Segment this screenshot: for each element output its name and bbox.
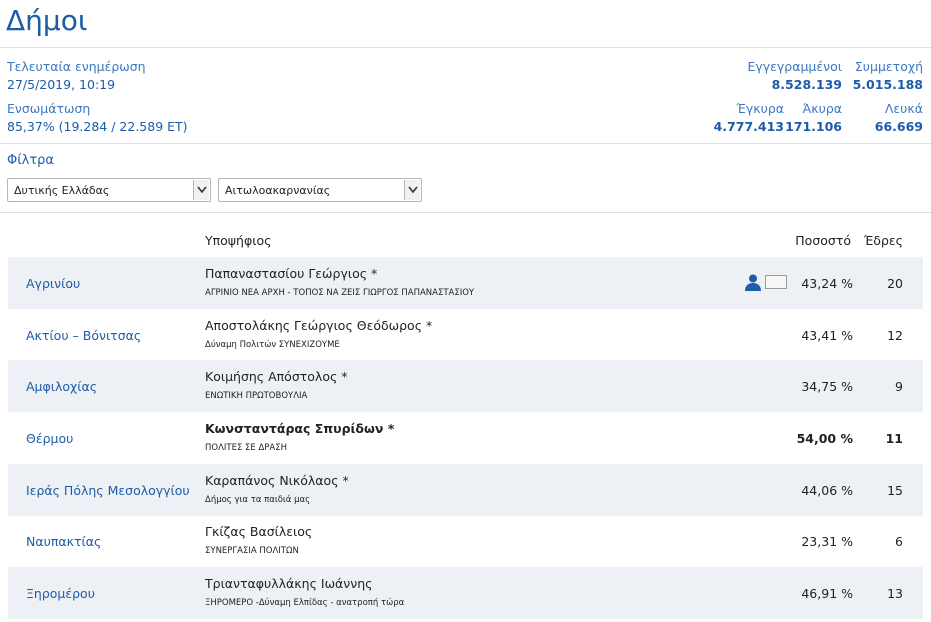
registered-label: Εγγεγραμμένοι bbox=[747, 59, 842, 74]
integration-label: Ενσωμάτωση bbox=[7, 101, 91, 116]
header-candidate: Υποψήφιος bbox=[205, 233, 272, 248]
party-name: ΞΗΡΟΜΕΡΟ -Δύναμη Ελπίδας - ανατροπή τώρα bbox=[205, 598, 405, 608]
page-title: Δήμοι bbox=[6, 4, 88, 37]
table-row: Αμφιλοχίας Κοιμήσης Απόστολος * ΕΝΩΤΙΚΗ … bbox=[8, 360, 923, 412]
divider bbox=[0, 212, 931, 213]
invalid-value: 171.106 bbox=[785, 119, 842, 134]
municipality-link[interactable]: Ναυπακτίας bbox=[26, 534, 101, 549]
table-row: Θέρμου Κωνσταντάρας Σπυρίδων * ΠΟΛΙΤΕΣ Σ… bbox=[8, 412, 923, 464]
candidate-name: Τριανταφυλλάκης Ιωάννης bbox=[205, 576, 373, 591]
person-icon[interactable] bbox=[744, 273, 762, 291]
municipality-link[interactable]: Ξηρομέρου bbox=[26, 586, 95, 601]
invalid-label: Άκυρα bbox=[802, 101, 842, 116]
seats-value: 9 bbox=[895, 379, 903, 394]
party-name: ΠΟΛΙΤΕΣ ΣΕ ΔΡΑΣΗ bbox=[205, 443, 287, 453]
percent-value: 34,75 % bbox=[801, 379, 853, 394]
candidate-name: Κοιμήσης Απόστολος * bbox=[205, 369, 348, 384]
table-row: Ακτίου – Βόνιτσας Αποστολάκης Γεώργιος Θ… bbox=[8, 309, 923, 361]
unit-select[interactable]: Αιτωλοακαρνανίας bbox=[218, 178, 422, 202]
percent-value: 43,41 % bbox=[801, 328, 853, 343]
blank-label: Λευκά bbox=[884, 101, 923, 116]
party-name: ΑΓΡΙΝΙΟ ΝΕΑ ΑΡΧΗ - ΤΟΠΟΣ ΝΑ ΖΕΙΣ ΓΙΩΡΓΟΣ… bbox=[205, 288, 475, 298]
candidate-name: Γκίζας Βασίλειος bbox=[205, 524, 313, 539]
party-name: Δήμος για τα παιδιά μας bbox=[205, 495, 311, 505]
candidate-name: Αποστολάκης Γεώργιος Θεόδωρος * bbox=[205, 318, 433, 333]
percent-value: 23,31 % bbox=[801, 534, 853, 549]
divider bbox=[0, 143, 931, 144]
party-name: ΕΝΩΤΙΚΗ ΠΡΩΤΟΒΟΥΛΙΑ bbox=[205, 391, 308, 401]
party-name: ΣΥΝΕΡΓΑΣΙΑ ΠΟΛΙΤΩΝ bbox=[205, 546, 299, 556]
valid-label: Έγκυρα bbox=[736, 101, 785, 116]
municipality-link[interactable]: Ιεράς Πόλης Μεσολογγίου bbox=[26, 483, 190, 498]
filters-label: Φίλτρα bbox=[7, 153, 54, 168]
valid-value: 4.777.413 bbox=[713, 119, 784, 134]
seats-value: 11 bbox=[885, 431, 903, 446]
percent-value: 54,00 % bbox=[796, 431, 853, 446]
last-update-label: Τελευταία ενημέρωση bbox=[7, 59, 146, 74]
turnout-value: 5.015.188 bbox=[852, 77, 923, 92]
seats-value: 6 bbox=[895, 534, 903, 549]
table-row: Ξηρομέρου Τριανταφυλλάκης Ιωάννης ΞΗΡΟΜΕ… bbox=[8, 567, 923, 619]
seats-value: 20 bbox=[887, 276, 903, 291]
candidate-name: Κωνσταντάρας Σπυρίδων * bbox=[205, 421, 395, 436]
turnout-label: Συμμετοχή bbox=[854, 59, 923, 74]
header-seats: Έδρες bbox=[863, 233, 903, 248]
divider bbox=[0, 47, 931, 48]
party-name: Δύναμη Πολιτών ΣΥΝΕΧΙΖΟΥΜΕ bbox=[205, 340, 340, 350]
blank-value: 66.669 bbox=[874, 119, 923, 134]
percent-value: 44,06 % bbox=[801, 483, 853, 498]
seats-value: 15 bbox=[887, 483, 903, 498]
municipality-link[interactable]: Ακτίου – Βόνιτσας bbox=[26, 328, 141, 343]
seats-value: 12 bbox=[887, 328, 903, 343]
chevron-down-icon[interactable] bbox=[404, 180, 420, 200]
photo-placeholder bbox=[765, 275, 787, 289]
seats-value: 13 bbox=[887, 586, 903, 601]
municipality-link[interactable]: Θέρμου bbox=[26, 431, 73, 446]
table-row: Αγρινίου Παπαναστασίου Γεώργιος * ΑΓΡΙΝΙ… bbox=[8, 257, 923, 309]
header-percent: Ποσοστό bbox=[795, 233, 851, 248]
percent-value: 46,91 % bbox=[801, 586, 853, 601]
last-update-value: 27/5/2019, 10:19 bbox=[7, 77, 116, 92]
registered-value: 8.528.139 bbox=[771, 77, 842, 92]
region-select-value: Δυτικής Ελλάδας bbox=[14, 184, 110, 197]
candidate-name: Παπαναστασίου Γεώργιος * bbox=[205, 266, 378, 281]
table-row: Ιεράς Πόλης Μεσολογγίου Καραπάνος Νικόλα… bbox=[8, 464, 923, 516]
unit-select-value: Αιτωλοακαρνανίας bbox=[225, 184, 331, 197]
region-select[interactable]: Δυτικής Ελλάδας bbox=[7, 178, 211, 202]
chevron-down-icon[interactable] bbox=[193, 180, 209, 200]
integration-value: 85,37% (19.284 / 22.589 ΕΤ) bbox=[7, 119, 188, 134]
municipality-link[interactable]: Αμφιλοχίας bbox=[26, 379, 97, 394]
percent-value: 43,24 % bbox=[801, 276, 853, 291]
candidate-name: Καραπάνος Νικόλαος * bbox=[205, 473, 349, 488]
table-row: Ναυπακτίας Γκίζας Βασίλειος ΣΥΝΕΡΓΑΣΙΑ Π… bbox=[8, 515, 923, 567]
municipality-link[interactable]: Αγρινίου bbox=[26, 276, 80, 291]
